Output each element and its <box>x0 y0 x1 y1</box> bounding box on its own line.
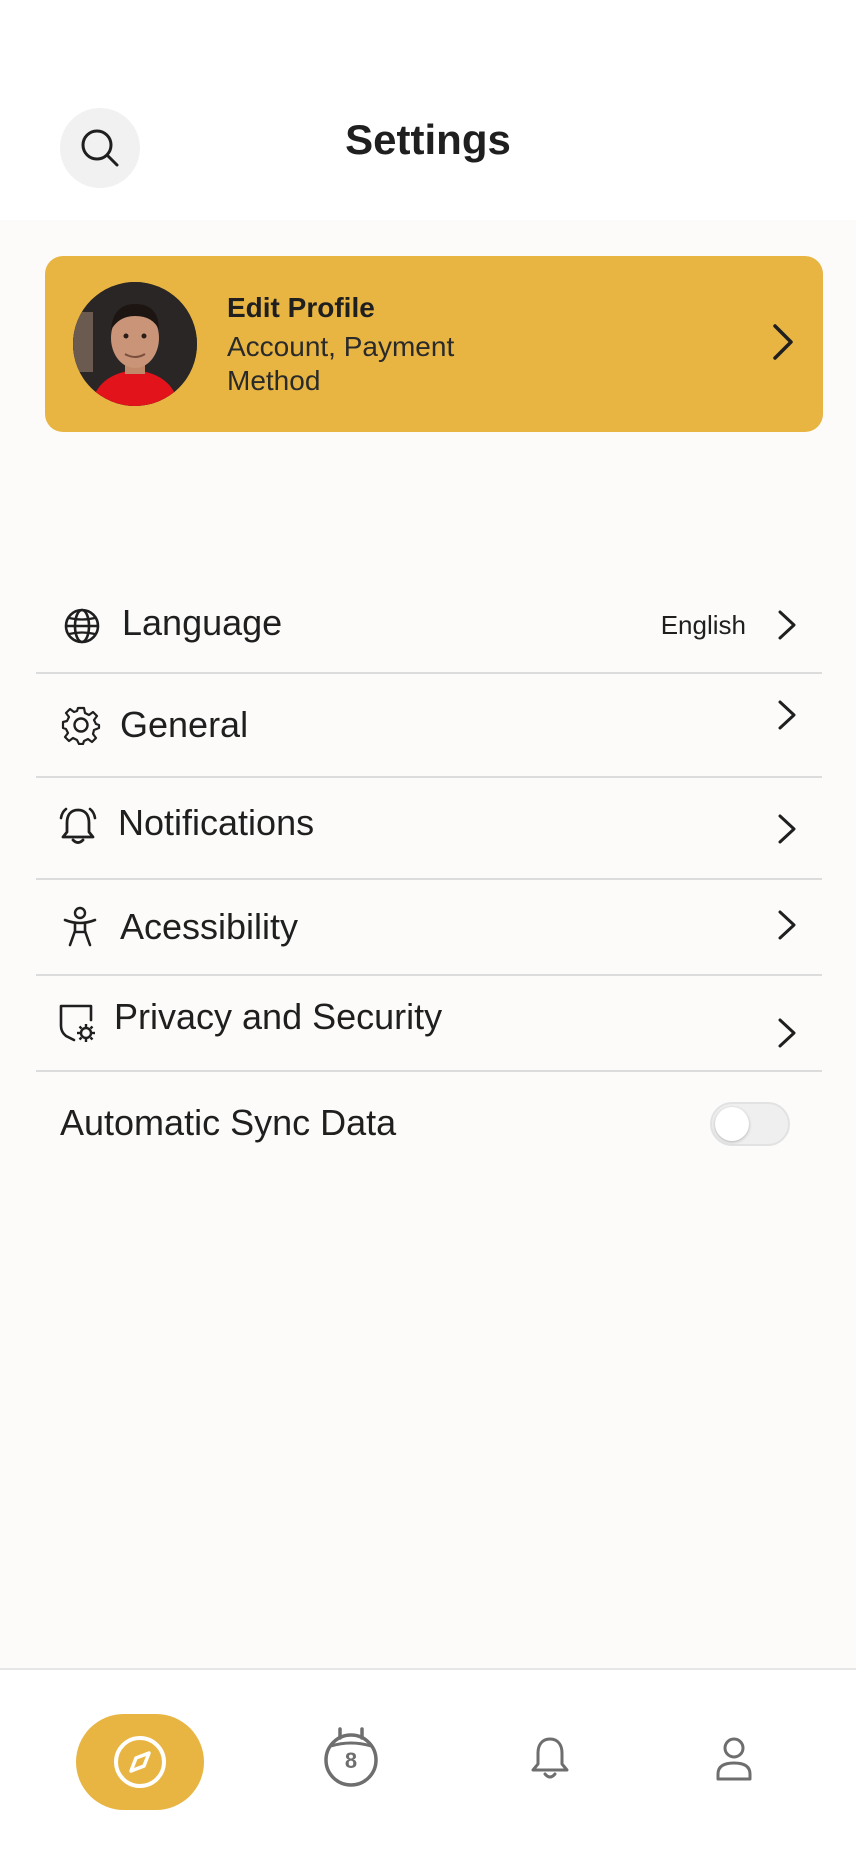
toggle-knob <box>715 1107 749 1141</box>
chevron-right-icon <box>778 610 796 640</box>
nav-notifications[interactable] <box>526 1732 574 1786</box>
user-icon <box>716 1737 752 1781</box>
chevron-right-icon <box>778 1018 796 1048</box>
top-bar: Settings <box>0 0 856 220</box>
avatar-photo <box>73 282 197 406</box>
bottom-navigation: 8 <box>0 1668 856 1854</box>
notifications-row[interactable]: Notifications <box>36 778 822 880</box>
page-title: Settings <box>345 116 511 163</box>
language-value: English <box>660 610 746 640</box>
language-row[interactable]: Language English <box>36 580 822 674</box>
calendar-day-badge: 8 <box>344 1748 358 1773</box>
compass-icon <box>114 1736 166 1788</box>
privacy-security-label: Privacy and Security <box>114 996 443 1037</box>
chevron-right-icon <box>778 700 796 730</box>
nav-calendar[interactable]: 8 <box>318 1724 384 1790</box>
auto-sync-row: Automatic Sync Data <box>36 1072 822 1172</box>
shield-gear-icon <box>59 1004 95 1042</box>
profile-subtitle: Account, Payment Method <box>227 331 455 396</box>
chevron-right-icon <box>778 814 796 844</box>
notifications-label: Notifications <box>118 802 315 843</box>
gear-icon <box>61 706 101 745</box>
general-label: General <box>120 704 249 745</box>
profile-title: Edit Profile <box>227 292 375 323</box>
accessibility-row[interactable]: Acessibility <box>36 880 822 976</box>
auto-sync-toggle[interactable] <box>710 1102 790 1146</box>
language-label: Language <box>122 602 283 643</box>
chevron-right-icon <box>773 324 793 360</box>
bell-icon <box>531 1737 569 1779</box>
general-row[interactable]: General <box>36 674 822 778</box>
accessibility-label: Acessibility <box>120 906 299 947</box>
privacy-security-row[interactable]: Privacy and Security <box>36 976 822 1072</box>
avatar <box>73 282 197 406</box>
nav-explore[interactable] <box>76 1714 204 1810</box>
auto-sync-label: Automatic Sync Data <box>60 1102 397 1143</box>
alarm-bell-icon <box>59 807 97 844</box>
chevron-right-icon <box>778 910 796 940</box>
globe-icon <box>64 608 100 644</box>
accessibility-icon <box>63 906 97 947</box>
settings-content: Edit Profile Account, Payment Method Lan… <box>0 220 856 1668</box>
edit-profile-card[interactable]: Edit Profile Account, Payment Method <box>45 256 823 432</box>
nav-profile[interactable] <box>712 1732 756 1786</box>
